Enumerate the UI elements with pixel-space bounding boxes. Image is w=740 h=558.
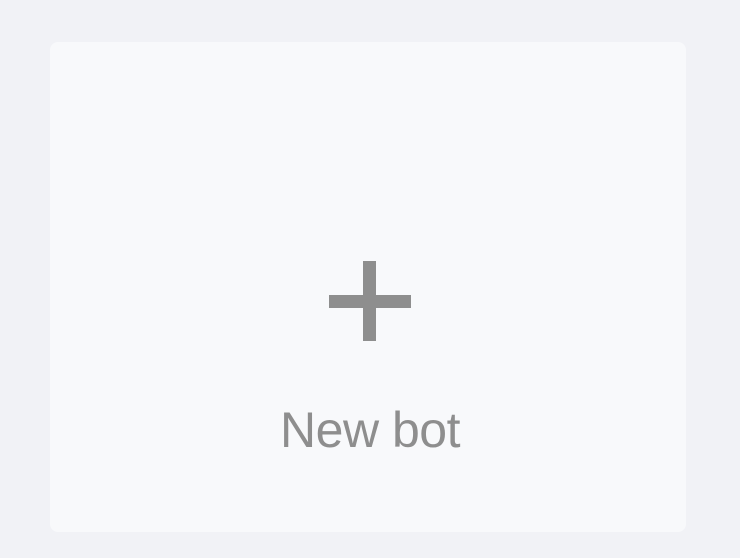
- plus-icon[interactable]: [329, 261, 411, 341]
- page-background: New bot: [0, 0, 740, 558]
- new-bot-label: New bot: [280, 402, 460, 458]
